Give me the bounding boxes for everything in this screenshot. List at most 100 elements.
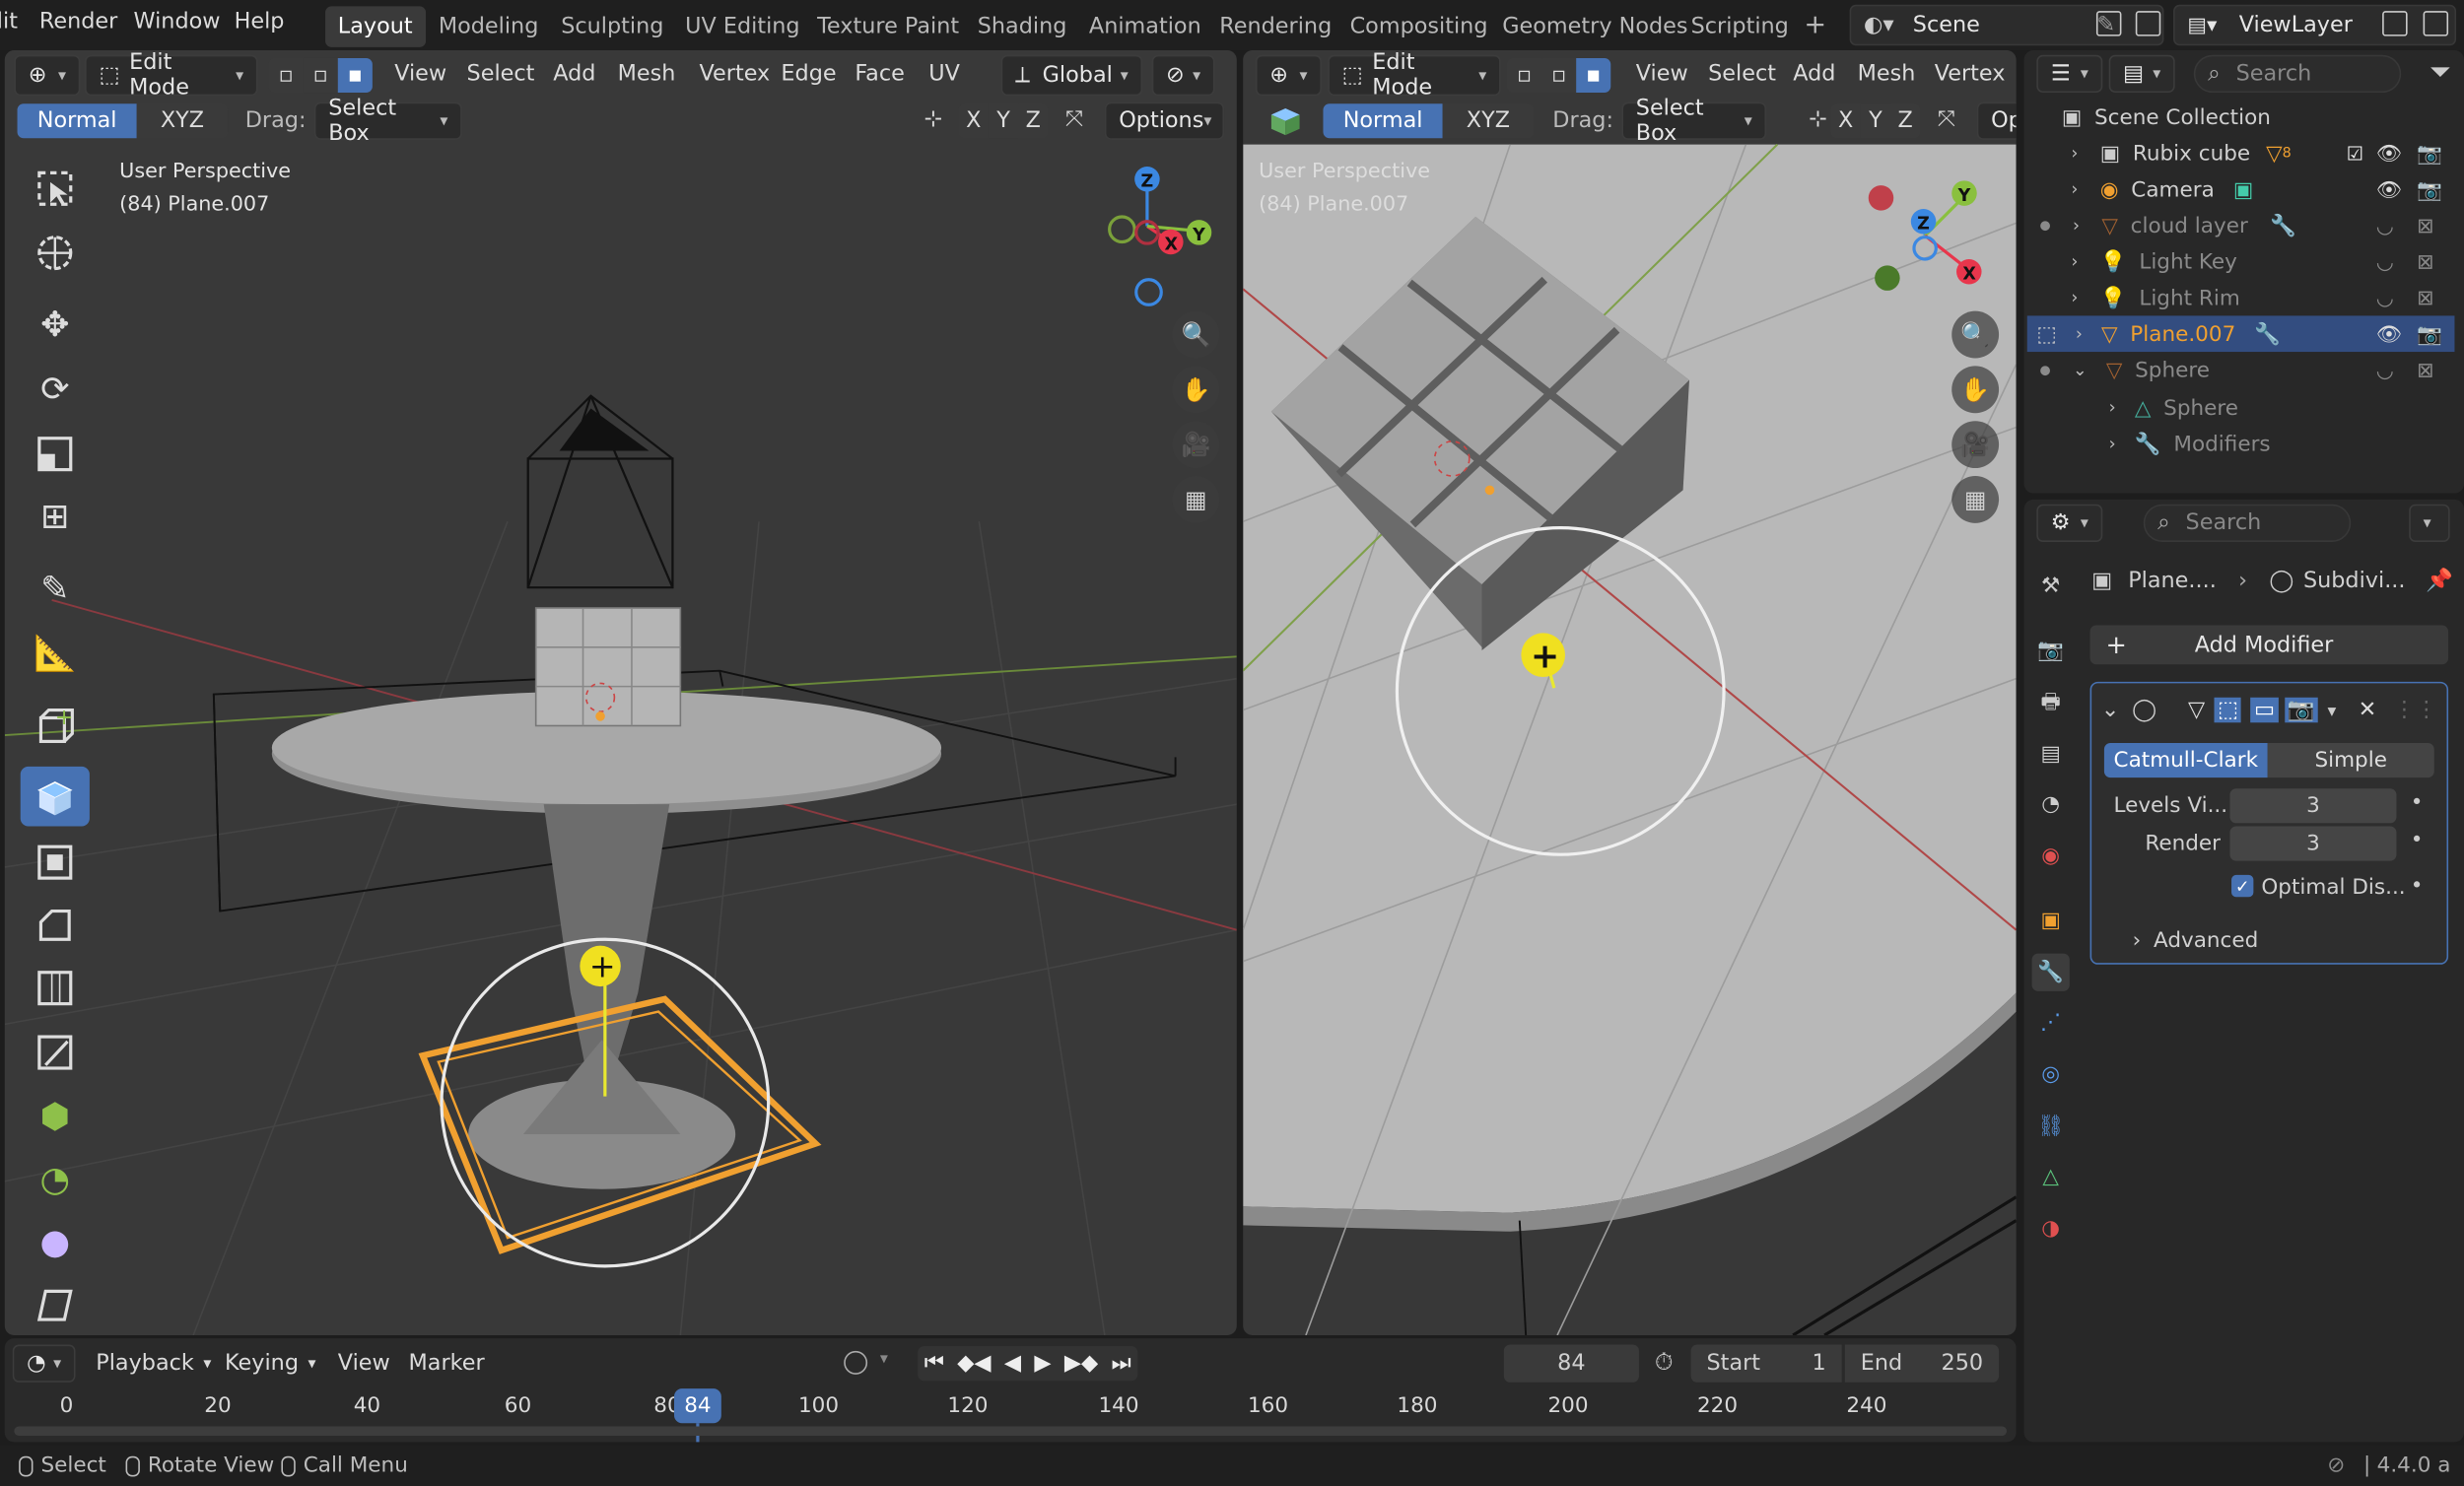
edge-select-icon[interactable]: ▫ — [303, 57, 338, 94]
pan-hand-icon[interactable]: ✋ — [1172, 366, 1220, 414]
world-tab-icon[interactable]: ◉ — [2032, 838, 2070, 875]
xyz-button-2[interactable]: XYZ — [1442, 103, 1535, 139]
constraints-tab-icon[interactable]: ⛓ — [2032, 1108, 2070, 1145]
collapse-panel-icon[interactable]: ⌄ — [2101, 698, 2120, 723]
playhead[interactable]: 84 — [673, 1388, 721, 1424]
edge-select-icon-2[interactable]: ▫ — [1541, 57, 1577, 94]
playback-menu[interactable]: Playback ▾ — [96, 1351, 211, 1377]
inset-tool-icon[interactable] — [21, 833, 90, 893]
modifier-tab-icon[interactable]: 🔧 — [2031, 953, 2070, 991]
zoom-icon-2[interactable]: 🔍 — [1951, 310, 2000, 359]
remove-modifier-icon[interactable]: ✕ — [2359, 698, 2377, 723]
timeline-ruler[interactable]: 0 20 40 60 80 100 120 140 160 180 200 22… — [5, 1384, 2017, 1443]
editor-type-selector-2[interactable]: ⊕ ▾ — [1255, 54, 1322, 97]
expand-icon[interactable]: › — [2071, 288, 2078, 308]
advanced-subpanel[interactable]: › Advanced — [2133, 928, 2259, 954]
mirror-z-button[interactable]: Z — [1018, 103, 1049, 139]
optimal-display-checkbox[interactable]: ✓ — [2231, 874, 2254, 898]
cursor-tool-icon[interactable] — [21, 223, 90, 283]
bevel-tool-icon[interactable] — [21, 896, 90, 956]
render-tab-icon[interactable]: 📷 — [2032, 632, 2070, 669]
checkbox-icon[interactable]: ☑ — [2347, 142, 2363, 164]
on-cage-icon[interactable]: ⬚ — [2214, 697, 2242, 723]
xyz-button[interactable]: XYZ — [136, 103, 229, 139]
menu-window[interactable]: Window — [134, 10, 221, 35]
display-mode-selector[interactable]: ▤ ▾ — [2108, 54, 2175, 94]
face-select-icon-2[interactable]: ▪ — [1576, 57, 1611, 94]
modifier-menu-icon[interactable]: ▾ — [2327, 700, 2336, 720]
menu-add-2[interactable]: Add — [1793, 61, 1835, 87]
expand-icon[interactable]: › — [2109, 434, 2116, 454]
tab-modeling[interactable]: Modeling — [426, 11, 551, 42]
move-tool-icon[interactable]: ✥ — [21, 296, 90, 356]
mirror-icon[interactable]: ⊹ — [924, 106, 943, 132]
edit-mode-display-icon[interactable]: ▽ — [2188, 698, 2205, 723]
pivot-selector[interactable]: ⊘ ▾ — [1151, 54, 1215, 97]
mirror-y-button-2[interactable]: Y — [1860, 103, 1891, 139]
mirror-x-button-2[interactable]: X — [1830, 103, 1861, 139]
new-scene-icon[interactable] — [2095, 11, 2122, 36]
keying-menu[interactable]: Keying ▾ — [225, 1351, 316, 1377]
menu-edit[interactable]: lit — [0, 10, 18, 35]
keyframe-dot-icon[interactable]: • — [2411, 790, 2424, 816]
stopwatch-icon[interactable]: ⏱ — [1655, 1348, 1674, 1377]
tab-animation[interactable]: Animation — [1076, 11, 1213, 42]
topology-mirror-icon[interactable]: ⤧ — [1065, 106, 1083, 132]
play-reverse-icon[interactable]: ◀ — [1004, 1351, 1021, 1377]
physics-tab-icon[interactable]: ◎ — [2032, 1055, 2070, 1093]
vertex-select-icon[interactable]: ▫ — [268, 57, 304, 94]
tab-texture-paint[interactable]: Texture Paint — [804, 11, 972, 42]
data-tab-icon[interactable]: △ — [2032, 1158, 2070, 1195]
render-levels-field[interactable]: 3 — [2229, 826, 2397, 861]
zoom-icon[interactable]: 🔍 — [1172, 310, 1220, 359]
collapse-icon[interactable]: ⌄ — [2073, 360, 2088, 380]
marker-menu[interactable]: Marker — [409, 1351, 485, 1377]
jump-end-icon[interactable]: ⏭ — [1111, 1351, 1130, 1377]
extrude-active-tool-icon[interactable] — [1268, 103, 1303, 138]
timeline-editor-type[interactable]: ◔ ▾ — [12, 1344, 76, 1383]
outliner-item-modifiers[interactable]: › 🔧 Modifiers — [2027, 426, 2455, 462]
expand-icon[interactable]: › — [2073, 215, 2080, 236]
viewport-right[interactable]: + ⊕ ▾ ⬚ Edit Mode ▾ ▫ ▫ ▪ View Select Add M… — [1243, 50, 2017, 1335]
outliner-search-field[interactable]: ⌕ Search — [2193, 54, 2402, 94]
poly-build-tool-icon[interactable]: ⬢ — [21, 1087, 90, 1147]
tab-geometry-nodes[interactable]: Geometry Nodes — [1489, 11, 1700, 42]
delete-scene-icon[interactable] — [2135, 11, 2161, 36]
mode-selector-2[interactable]: ⬚ Edit Mode ▾ — [1328, 50, 1501, 101]
tab-shading[interactable]: Shading — [965, 11, 1079, 42]
menu-mesh[interactable]: Mesh — [618, 61, 676, 87]
mode-selector[interactable]: ⬚ Edit Mode ▾ — [85, 50, 258, 101]
loop-cut-tool-icon[interactable] — [21, 958, 90, 1018]
expand-icon[interactable]: › — [2071, 179, 2078, 200]
current-frame-field[interactable]: 84 — [1503, 1344, 1639, 1383]
mirror-z-button-2[interactable]: Z — [1890, 103, 1921, 139]
outliner-item-sphere-mesh[interactable]: › △ Sphere — [2027, 389, 2455, 426]
menu-add[interactable]: Add — [553, 61, 595, 87]
pin-icon[interactable]: 📌 — [2426, 569, 2453, 594]
viewport-left[interactable]: + ⊕ ▾ ⬚ Edit Mode ▾ ▫ ▫ ▪ View Select Add M… — [4, 50, 1237, 1335]
particles-tab-icon[interactable]: ⋰ — [2032, 1004, 2070, 1042]
expand-icon[interactable]: › — [2071, 251, 2078, 272]
expand-icon[interactable]: › — [2071, 143, 2078, 164]
select-box-tool-icon[interactable] — [21, 159, 90, 219]
add-cube-tool-icon[interactable]: + — [21, 696, 90, 756]
properties-options[interactable]: ▾ — [2409, 504, 2450, 542]
start-frame-field[interactable]: Start 1 — [1690, 1344, 1842, 1383]
expand-icon[interactable]: › — [2109, 397, 2116, 418]
mirror-y-button[interactable]: Y — [988, 103, 1019, 139]
scene-tab-icon[interactable]: ◔ — [2032, 785, 2070, 823]
add-workspace-button[interactable]: + — [1792, 6, 1839, 43]
timeline-view-menu[interactable]: View — [338, 1351, 390, 1377]
menu-vertex-2[interactable]: Vertex — [1935, 61, 2006, 87]
menu-mesh-2[interactable]: Mesh — [1858, 61, 1916, 87]
pan-hand-icon-2[interactable]: ✋ — [1951, 366, 2000, 414]
camera-view-icon[interactable]: 🎥 — [1172, 421, 1220, 469]
measure-tool-icon[interactable]: 📐 — [21, 624, 90, 684]
view-layer-selector[interactable]: ▤▾ ViewLayer — [2173, 4, 2457, 46]
new-view-layer-icon[interactable] — [2382, 11, 2408, 36]
editor-type-selector[interactable]: ⊕ ▾ — [14, 54, 81, 97]
camera-view-icon-2[interactable]: 🎥 — [1951, 421, 2000, 469]
object-tab-icon[interactable]: ▣ — [2032, 902, 2070, 939]
navigation-gizmo-2[interactable]: Y Z X — [1866, 172, 2007, 299]
extrude-tool-icon[interactable] — [20, 766, 90, 827]
